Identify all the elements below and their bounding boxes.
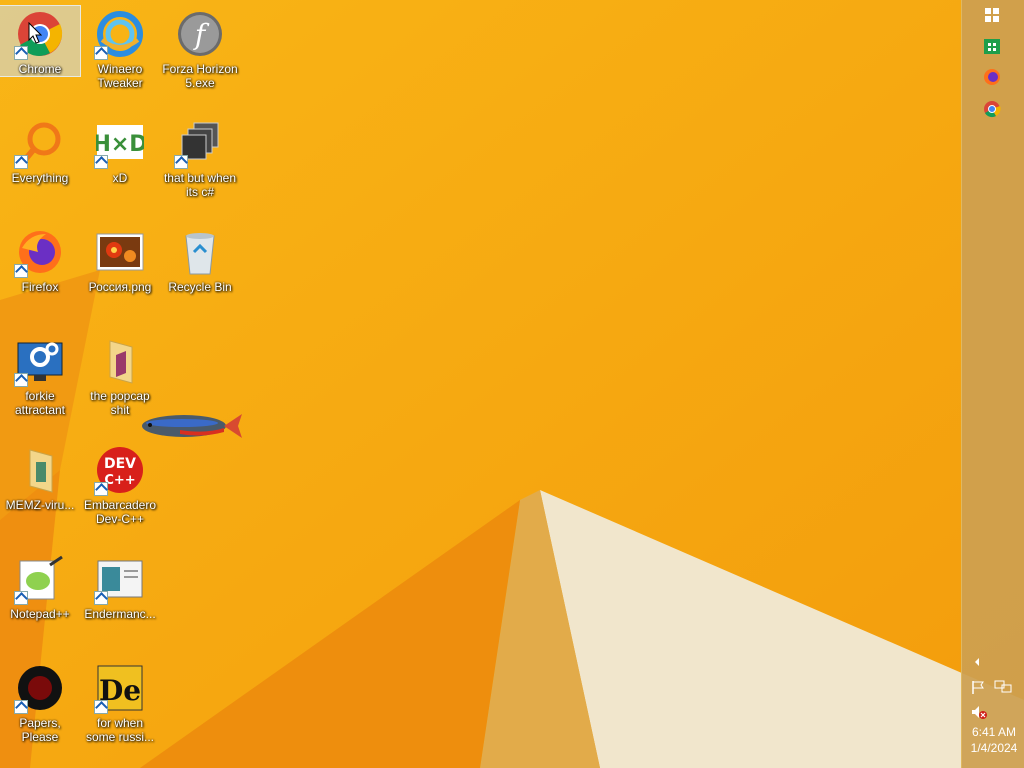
icon-label: Endermanc... bbox=[84, 607, 156, 621]
desktop-icon-winaero-tweaker[interactable]: Winaero Tweaker bbox=[80, 6, 160, 102]
icon-label: forkie attractant bbox=[14, 389, 66, 417]
firefox-icon[interactable] bbox=[979, 64, 1005, 90]
desktop-icon-firefox[interactable]: Firefox bbox=[0, 224, 80, 320]
icon-label: Recycle Bin bbox=[168, 280, 232, 294]
network-icon[interactable] bbox=[994, 679, 1012, 698]
devcpp-icon: DEV C++ bbox=[94, 446, 144, 496]
stacked-windows-icon bbox=[174, 119, 224, 169]
desktop-icon-papers-please[interactable]: Papers, Please bbox=[0, 660, 80, 756]
volume-muted-icon[interactable] bbox=[970, 704, 988, 723]
icon-label: that but when its c# bbox=[163, 171, 237, 199]
hxd-icon: H×D bbox=[92, 119, 148, 169]
clock-date: 1/4/2024 bbox=[970, 741, 1018, 755]
flag-icon[interactable] bbox=[970, 679, 986, 698]
flower-image-icon bbox=[96, 228, 144, 276]
svg-text:C++: C++ bbox=[104, 473, 135, 488]
icon-label: Notepad++ bbox=[10, 607, 70, 621]
fish-desktop-pet[interactable] bbox=[140, 408, 244, 444]
recycle-bin-icon bbox=[176, 228, 224, 276]
desktop-icon-notepadpp[interactable]: Notepad++ bbox=[0, 551, 80, 647]
desktop-icon-rossiya-png[interactable]: Россия.png bbox=[80, 224, 160, 320]
icon-label: Россия.png bbox=[88, 280, 152, 294]
winaero-icon bbox=[94, 10, 144, 60]
desktop-icon-recycle-bin[interactable]: Recycle Bin bbox=[160, 224, 240, 320]
icon-label: Chrome bbox=[18, 62, 62, 76]
icon-label: MEMZ-viru... bbox=[5, 498, 75, 512]
desktop-icon-everything[interactable]: Everything bbox=[0, 115, 80, 211]
desktop-icon-forkie-attractant[interactable]: forkie attractant bbox=[0, 333, 80, 429]
icon-label: Winaero Tweaker bbox=[97, 62, 143, 90]
mouse-cursor bbox=[28, 22, 42, 44]
icon-label: Forza Horizon 5.exe bbox=[162, 62, 238, 90]
settings-monitor-icon bbox=[14, 337, 64, 387]
icon-label: Firefox bbox=[21, 280, 59, 294]
svg-text:H×D: H×D bbox=[96, 132, 144, 157]
desktop-icon-that-but-when-its-csharp[interactable]: that but when its c# bbox=[160, 115, 240, 211]
folder-icon bbox=[16, 446, 64, 494]
papers-please-icon bbox=[14, 664, 64, 714]
desktop-icon-for-when-some-russi[interactable]: De for when some russi... bbox=[80, 660, 160, 756]
icon-label: Embarcadero Dev-C++ bbox=[83, 498, 157, 526]
everything-search-icon bbox=[14, 119, 64, 169]
notepadpp-icon bbox=[14, 555, 64, 605]
flash-icon: f bbox=[176, 10, 224, 58]
desktop-icon-xd[interactable]: H×D xD bbox=[80, 115, 160, 211]
desktop-icon-forza-horizon[interactable]: f Forza Horizon 5.exe bbox=[160, 6, 240, 102]
chrome-icon[interactable] bbox=[979, 96, 1005, 122]
icon-label: Everything bbox=[11, 171, 69, 185]
de-icon: De bbox=[94, 664, 144, 714]
firefox-icon bbox=[14, 228, 64, 278]
icon-label: for when some russi... bbox=[85, 716, 154, 744]
taskbar: 6:41 AM 1/4/2024 bbox=[961, 0, 1024, 768]
folder-icon bbox=[96, 337, 144, 385]
icon-label: xD bbox=[112, 171, 128, 185]
desktop-icon-memz-virus[interactable]: MEMZ-viru... bbox=[0, 442, 80, 538]
store-icon[interactable] bbox=[979, 33, 1005, 59]
clock-time: 6:41 AM bbox=[971, 725, 1017, 739]
desktop-icon-endermanch[interactable]: Endermanc... bbox=[80, 551, 160, 647]
desktop-icon-embarcadero-dev-cpp[interactable]: DEV C++ Embarcadero Dev-C++ bbox=[80, 442, 160, 538]
window-icon bbox=[94, 555, 144, 605]
clock[interactable]: 6:41 AM 1/4/2024 bbox=[964, 724, 1024, 756]
chevron-left-icon[interactable] bbox=[972, 656, 982, 671]
start-icon[interactable] bbox=[979, 2, 1005, 28]
svg-text:DEV: DEV bbox=[104, 456, 136, 472]
icon-label: Papers, Please bbox=[19, 716, 61, 744]
